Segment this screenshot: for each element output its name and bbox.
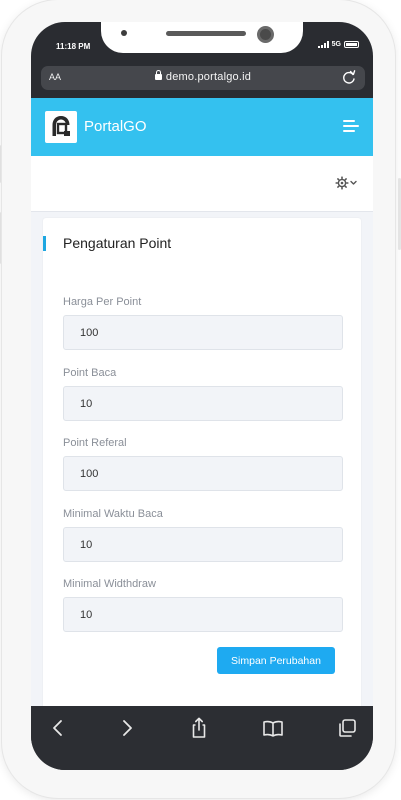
share-icon[interactable] — [185, 716, 213, 740]
input-minimal-widthdraw[interactable] — [63, 597, 343, 632]
status-indicators: 5G — [317, 41, 359, 48]
signal-icon — [317, 41, 329, 48]
browser-toolbar — [31, 706, 373, 770]
bookmarks-icon[interactable] — [259, 716, 287, 740]
forward-arrow-icon[interactable] — [113, 716, 141, 740]
label-harga-per-point: Harga Per Point — [63, 296, 142, 308]
label-point-referal: Point Referal — [63, 437, 127, 449]
card-title: Pengaturan Point — [63, 235, 172, 251]
label-point-baca: Point Baca — [63, 367, 117, 379]
web-page: PortalGO Pengaturan Point Harga Per Poin… — [31, 98, 373, 706]
settings-card: Pengaturan Point Harga Per Point Point B… — [43, 218, 361, 706]
network-label: 5G — [331, 41, 341, 48]
brand-name[interactable]: PortalGO — [84, 118, 147, 135]
url-field[interactable]: demo.portalgo.id — [41, 70, 365, 83]
back-arrow-icon[interactable] — [44, 716, 72, 740]
url-text: demo.portalgo.id — [165, 71, 252, 83]
label-minimal-waktu-baca: Minimal Waktu Baca — [63, 508, 163, 520]
title-accent-bar — [43, 236, 46, 251]
reload-icon[interactable] — [340, 68, 358, 86]
lock-icon — [154, 70, 162, 80]
status-bar: 11:18 PM 5G — [31, 22, 373, 64]
speaker-grill — [166, 31, 246, 36]
portalgo-logo[interactable] — [45, 111, 77, 143]
input-harga-per-point[interactable] — [63, 315, 343, 350]
phone-frame: 11:18 PM 5G AA demo.portalgo.id PortalGO… — [2, 0, 395, 798]
save-button[interactable]: Simpan Perubahan — [217, 647, 335, 674]
input-minimal-waktu-baca[interactable] — [63, 527, 343, 562]
label-minimal-widthdraw: Minimal Widthdraw — [63, 578, 156, 590]
app-header: PortalGO — [31, 98, 373, 156]
notch — [101, 22, 303, 53]
input-point-referal[interactable] — [63, 456, 343, 491]
phone-screen: 11:18 PM 5G AA demo.portalgo.id PortalGO… — [31, 22, 373, 770]
status-time: 11:18 PM — [56, 42, 91, 51]
menu-icon[interactable] — [343, 120, 361, 134]
address-bar[interactable]: AA demo.portalgo.id — [41, 66, 365, 90]
gear-icon — [335, 176, 357, 190]
sensor-icon — [121, 30, 127, 36]
battery-icon — [344, 41, 359, 48]
tabs-icon[interactable] — [333, 716, 361, 740]
camera-icon — [257, 26, 274, 43]
input-point-baca[interactable] — [63, 386, 343, 421]
sub-header — [31, 156, 373, 212]
settings-dropdown-button[interactable] — [335, 176, 359, 190]
